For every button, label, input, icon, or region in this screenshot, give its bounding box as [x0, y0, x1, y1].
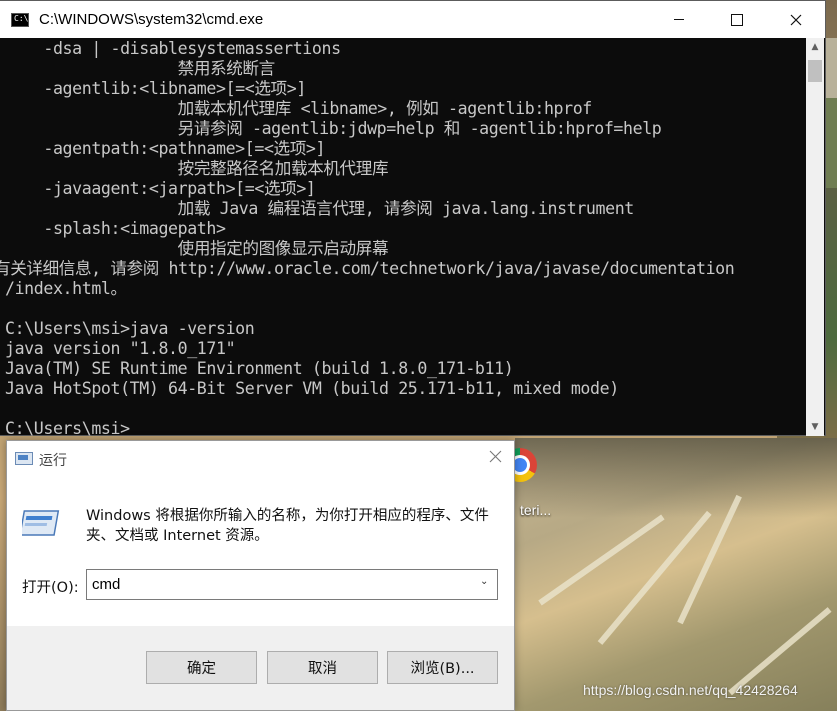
browse-button[interactable]: 浏览(B)... [387, 651, 498, 684]
console-prompt-line: C:\Users\msi>java -version [5, 319, 255, 338]
console-output[interactable]: -dsa | -disablesystemassertions 禁用系统断言 -… [0, 38, 806, 436]
vertical-scrollbar[interactable]: ▲ ▼ [806, 38, 824, 436]
close-button[interactable] [489, 447, 502, 468]
close-icon [790, 14, 802, 25]
maximize-button[interactable] [708, 1, 766, 38]
run-description: Windows 将根据你所输入的名称，为你打开相应的程序、文件夹、文档或 Int… [86, 508, 489, 544]
cmd-window[interactable]: C:\ C:\WINDOWS\system32\cmd.exe -dsa | -… [0, 0, 826, 436]
desktop-icon-label[interactable]: teri... [520, 502, 551, 518]
cancel-button[interactable]: 取消 [267, 651, 378, 684]
wallpaper-shadow [515, 438, 837, 518]
run-titlebar[interactable]: 运行 [7, 441, 514, 477]
watermark-text: https://blog.csdn.net/qq_42428264 [583, 682, 798, 698]
close-icon [489, 450, 502, 463]
console-line: 加载 Java 编程语言代理, 请参阅 java.lang.instrument [5, 199, 635, 218]
console-line: 按完整路径名加载本机代理库 [5, 159, 389, 178]
minimize-button[interactable] [650, 1, 708, 38]
console-line: -javaagent:<jarpath>[=<选项>] [5, 179, 316, 198]
console-line: 使用指定的图像显示启动屏幕 [5, 239, 389, 258]
run-dialog[interactable]: 运行 Windows 将根据你所输入的名称，为你打开相应的程序、文件夹、文档或 … [6, 440, 515, 711]
scroll-thumb[interactable] [808, 60, 822, 82]
console-line: /index.html。 [5, 279, 127, 298]
console-line: 禁用系统断言 [5, 59, 276, 78]
ok-button[interactable]: 确定 [146, 651, 257, 684]
run-program-icon [22, 510, 60, 536]
console-line: -splash:<imagepath> [5, 219, 226, 238]
close-button[interactable] [767, 1, 825, 38]
console-app-icon-text: C:\ [14, 13, 29, 23]
run-command-input[interactable] [86, 569, 498, 600]
dialog-title: 运行 [39, 453, 67, 469]
console-prompt-line: C:\Users\msi> [5, 419, 130, 436]
run-app-icon [15, 452, 33, 465]
console-line: -dsa | -disablesystemassertions [5, 39, 341, 58]
scroll-up-arrow-icon[interactable]: ▲ [806, 38, 824, 56]
chevron-down-icon[interactable]: ⌄ [480, 576, 488, 587]
window-title: C:\WINDOWS\system32\cmd.exe [39, 11, 264, 28]
console-line: 另请参阅 -agentlib:jdwp=help 和 -agentlib:hpr… [5, 119, 662, 138]
console-app-icon[interactable]: C:\ [11, 12, 29, 27]
console-line: -agentlib:<libname>[=<选项>] [5, 79, 306, 98]
console-line: Java(TM) SE Runtime Environment (build 1… [5, 359, 514, 378]
console-line: -agentpath:<pathname>[=<选项>] [5, 139, 326, 158]
console-line: 有关详细信息, 请参阅 http://www.oracle.com/techne… [0, 259, 735, 278]
open-field-label: 打开(O): [22, 580, 79, 596]
console-line: Java HotSpot(TM) 64-Bit Server VM (build… [5, 379, 619, 398]
scroll-down-arrow-icon[interactable]: ▼ [806, 418, 824, 436]
console-line: java version "1.8.0_171" [5, 339, 236, 358]
console-line: 加载本机代理库 <libname>, 例如 -agentlib:hprof [5, 99, 593, 118]
cmd-titlebar[interactable]: C:\ C:\WINDOWS\system32\cmd.exe [0, 1, 825, 38]
